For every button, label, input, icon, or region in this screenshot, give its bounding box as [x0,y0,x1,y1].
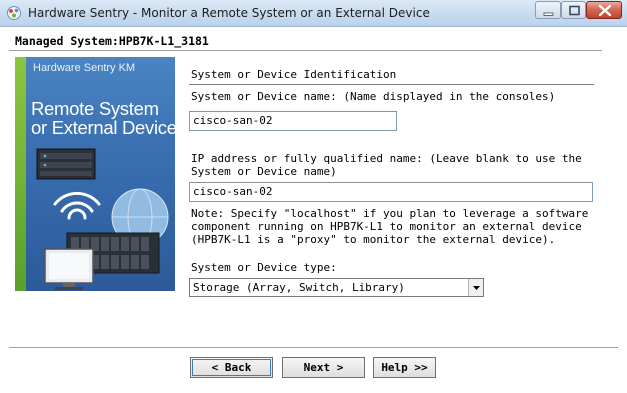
device-name-label: System or Device name: (Name displayed i… [191,90,556,103]
window-title: Hardware Sentry - Monitor a Remote Syste… [28,6,430,20]
footer-divider [9,347,618,348]
devices-illustration [36,148,169,290]
maximize-icon [569,5,580,16]
managed-system-label: Managed System:HPB7K-L1_3181 [15,34,209,48]
hardware-sentry-app-icon [7,6,21,20]
ip-address-input[interactable]: cisco-san-02 [189,182,593,202]
next-button[interactable]: Next > [282,357,365,378]
device-name-input[interactable]: cisco-san-02 [189,111,397,131]
close-icon [598,4,612,17]
note-line2: component running on HPB7K-L1 to monitor… [191,220,582,233]
monitor-icon [44,248,94,290]
note-line1: Note: Specify "localhost" if you plan to… [191,207,589,220]
ip-address-label-line2: System or Device name) [191,165,337,178]
back-button[interactable]: < Back [190,357,273,378]
minimize-icon [543,12,554,16]
dropdown-arrow-button[interactable] [468,279,483,296]
section-heading: System or Device Identification [191,68,397,81]
device-type-select[interactable]: Storage (Array, Switch, Library) [189,278,484,297]
wizard-banner-image: Hardware Sentry KM Remote System or Exte… [15,57,175,291]
chevron-down-icon [473,286,480,290]
wizard-body: Managed System:HPB7K-L1_3181 Hardware Se… [0,27,627,393]
device-type-selected-value: Storage (Array, Switch, Library) [193,281,405,294]
header-divider [9,50,602,51]
section-heading-rule [189,84,594,85]
note-line3: (HPB7K-L1 is a "proxy" to monitor the ex… [191,233,556,246]
device-type-label: System or Device type: [191,261,337,274]
maximize-button[interactable] [561,1,586,19]
title-bar: Hardware Sentry - Monitor a Remote Syste… [0,0,627,27]
minimize-button[interactable] [535,1,561,19]
close-button[interactable] [586,1,622,19]
wifi-icon [53,191,101,220]
help-button[interactable]: Help >> [373,357,436,378]
ip-address-label-line1: IP address or fully qualified name: (Lea… [191,152,582,165]
server-icon [36,148,96,180]
